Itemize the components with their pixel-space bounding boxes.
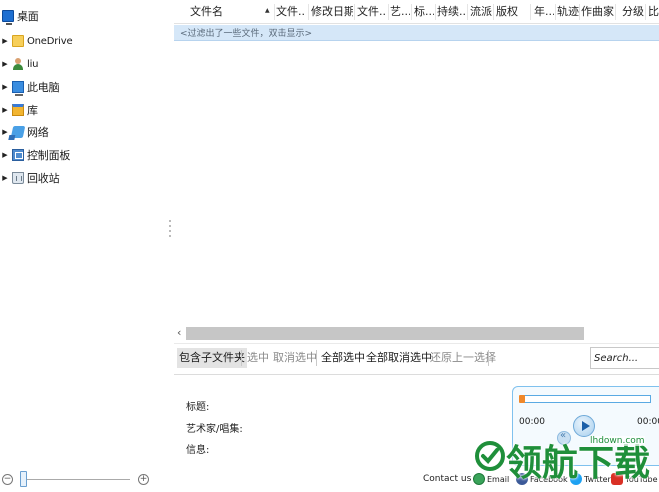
title-label: 标题: (186, 402, 210, 413)
network-icon (10, 126, 26, 138)
expand-arrow-icon[interactable]: ▶ (0, 83, 10, 91)
deselect-button[interactable]: 取消选中 (271, 348, 319, 368)
tree-item-recycle-bin[interactable]: ▶ 回收站 (0, 168, 60, 188)
current-time: 00:00 (519, 417, 545, 427)
filtered-files-text: <过滤出了一些文件，双击显示> (180, 29, 313, 39)
deselect-all-button[interactable]: 全部取消选中 (364, 348, 434, 368)
tree-item-label: 桌面 (17, 10, 39, 23)
filtered-files-notice[interactable]: <过滤出了一些文件，双击显示> (174, 25, 659, 41)
expand-arrow-icon[interactable]: ▶ (0, 60, 10, 68)
tree-item-label: 此电脑 (27, 81, 60, 94)
column-header-year[interactable]: 年... (534, 0, 554, 24)
tree-item-libraries[interactable]: ▶ 库 (0, 100, 38, 120)
playback-progress-bar[interactable] (519, 395, 651, 403)
include-subfolders-button[interactable]: 包含子文件夹 (177, 348, 247, 368)
tree-item-user[interactable]: ▶ liu (0, 54, 39, 74)
column-header-composer[interactable]: 作曲家 (581, 0, 615, 24)
watermark-url: lhdown.com (590, 436, 645, 446)
zoom-slider-track[interactable] (20, 479, 130, 480)
select-button[interactable]: 选中 (245, 348, 271, 368)
column-header-genre[interactable]: 流派 (470, 0, 492, 24)
folder-icon (12, 35, 24, 47)
tree-item-network[interactable]: ▶ 网络 (0, 122, 49, 142)
column-header-file-type[interactable]: 文件... (357, 0, 387, 24)
watermark: 领航下载 lhdown.com (470, 432, 659, 492)
tree-item-label: liu (27, 58, 39, 70)
recycle-bin-icon (12, 172, 24, 184)
sort-ascending-icon: ▲ (265, 7, 270, 14)
expand-arrow-icon[interactable]: ▶ (0, 106, 10, 114)
scrollbar-thumb[interactable] (186, 327, 584, 340)
library-icon (12, 104, 24, 116)
info-label: 信息: (186, 445, 210, 456)
tree-item-label: OneDrive (27, 35, 73, 47)
tree-item-onedrive[interactable]: ▶ OneDrive (0, 31, 73, 51)
expand-arrow-icon[interactable]: ▶ (0, 151, 10, 159)
computer-icon (12, 81, 24, 96)
search-input[interactable] (590, 347, 659, 369)
zoom-slider-thumb[interactable] (20, 471, 27, 487)
column-header-rating[interactable]: 分级 (622, 0, 644, 24)
tree-item-this-pc[interactable]: ▶ 此电脑 (0, 77, 60, 97)
tree-item-label: 库 (27, 104, 38, 117)
column-header-copyright[interactable]: 版权 (496, 0, 518, 24)
column-header-modified-date[interactable]: 修改日期 (311, 0, 353, 24)
contact-us-label: Contact us (423, 474, 472, 484)
control-panel-icon (12, 149, 24, 161)
file-list[interactable]: 文件名 ▲ 文件... 修改日期 文件... 艺... 标... 持续... 流… (174, 0, 659, 342)
pane-splitter[interactable] (168, 220, 172, 242)
user-icon (12, 58, 24, 70)
column-header-track[interactable]: 轨迹 (557, 0, 579, 24)
total-time: 00:00 (637, 417, 659, 427)
column-header-bitrate[interactable]: 比 (648, 0, 659, 24)
tree-item-desktop[interactable]: 桌面 (0, 6, 39, 26)
tree-item-label: 控制面板 (27, 149, 71, 162)
selection-toolbar: 包含子文件夹 选中 取消选中 全部选中 全部取消选中 还原上一选择 (174, 343, 659, 371)
column-header-duration[interactable]: 持续... (437, 0, 467, 24)
column-header-file-size[interactable]: 文件... (276, 0, 306, 24)
tree-item-label: 回收站 (27, 172, 60, 185)
scroll-left-icon[interactable]: ‹ (177, 326, 181, 339)
column-header-filename[interactable]: 文件名 (190, 0, 260, 24)
tree-item-label: 网络 (27, 126, 49, 139)
select-all-button[interactable]: 全部选中 (319, 348, 367, 368)
expand-arrow-icon[interactable]: ▶ (0, 37, 10, 45)
folder-tree[interactable]: 桌面 ▶ OneDrive ▶ liu ▶ 此电脑 ▶ 库 ▶ 网络 ▶ 控制面… (0, 0, 170, 462)
expand-arrow-icon[interactable]: ▶ (0, 174, 10, 182)
column-header-row: 文件名 ▲ 文件... 修改日期 文件... 艺... 标... 持续... 流… (174, 0, 659, 24)
zoom-in-icon[interactable]: + (138, 474, 149, 485)
desktop-icon (2, 10, 14, 25)
horizontal-scrollbar[interactable]: ‹ (174, 325, 586, 341)
tree-item-control-panel[interactable]: ▶ 控制面板 (0, 145, 70, 165)
artist-album-label: 艺术家/唱集: (186, 424, 243, 435)
watermark-logo-icon (475, 441, 505, 471)
playback-position-handle[interactable] (519, 395, 525, 403)
column-header-title[interactable]: 标... (414, 0, 434, 24)
column-header-artist[interactable]: 艺... (390, 0, 410, 24)
zoom-out-icon[interactable]: − (2, 474, 13, 485)
